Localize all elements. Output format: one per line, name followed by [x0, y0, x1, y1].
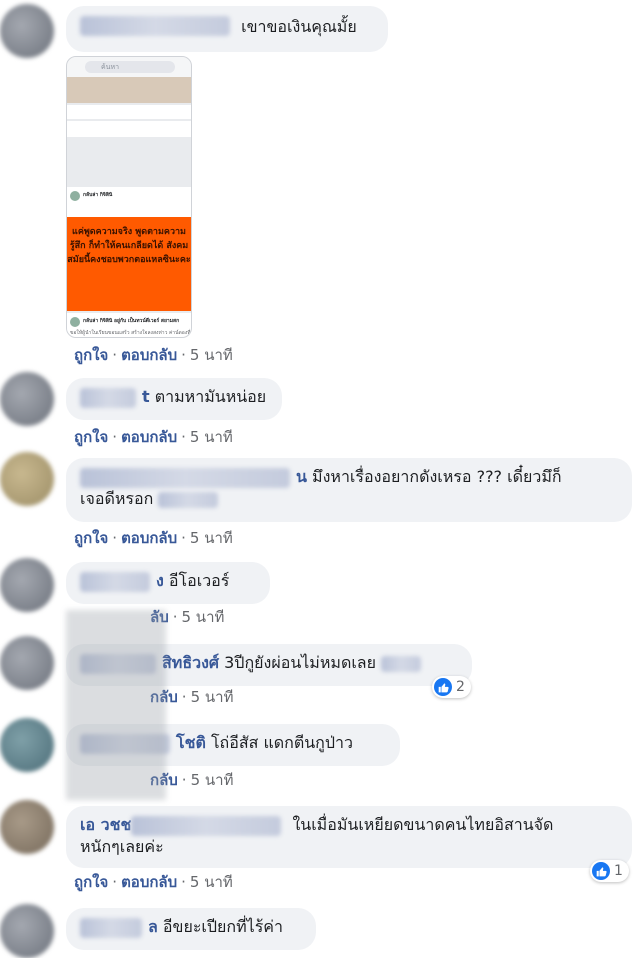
reply-link[interactable]: ตอบกลับ	[121, 346, 177, 364]
commenter-name-visible[interactable]: t	[142, 387, 150, 406]
reaction-count: 2	[456, 679, 465, 695]
commenter-name-visible[interactable]: น	[296, 467, 307, 486]
commenter-name-blurred[interactable]	[80, 467, 290, 488]
reply-link[interactable]: ตอบกลับ	[121, 529, 177, 547]
comment-text: โถ่อีสัส แดกตีนกูป่าว	[210, 733, 353, 752]
mention-blurred[interactable]	[158, 491, 219, 508]
commenter-name-visible[interactable]: โชติ	[176, 733, 206, 752]
comment-time[interactable]: 5 นาที	[182, 608, 225, 626]
commenter-name-blurred[interactable]	[80, 15, 230, 36]
avatar[interactable]	[0, 372, 54, 426]
comment-bubble: น มึงหาเรื่องอยากดังเหรอ ??? เดี๋ยวมึก็ …	[66, 458, 632, 522]
avatar[interactable]	[0, 636, 54, 690]
comment-time[interactable]: 5 นาที	[191, 771, 234, 789]
commenter-name-blurred[interactable]	[80, 917, 142, 938]
commenter-name-visible[interactable]: สิทธิวงศ์	[162, 653, 219, 672]
comment-text-line2: เจอดีหรอก	[80, 489, 154, 508]
avatar[interactable]	[0, 4, 54, 58]
avatar[interactable]	[0, 452, 54, 506]
comment-time[interactable]: 5 นาที	[191, 688, 234, 706]
blurred-overlay	[66, 610, 166, 800]
mention-blurred[interactable]	[381, 655, 422, 672]
like-link[interactable]: ถูกใจ	[74, 529, 108, 547]
reply-link[interactable]: ตอบกลับ	[121, 873, 177, 891]
image-photo-strip	[67, 77, 191, 103]
comment-actions: ถูกใจ · ตอบกลับ · 5 นาที	[74, 529, 233, 547]
comment-text-line1: มึงหาเรื่องอยากดังเหรอ ??? เดี๋ยวมึ	[312, 467, 552, 486]
image-post2-avatar	[70, 317, 80, 327]
commenter-name-visible[interactable]: เอ วชช	[80, 815, 131, 834]
comment-actions: ถูกใจ · ตอบกลับ · 5 นาที	[74, 428, 233, 446]
comment-bubble: เอ วชช ในเมื่อมันเหยียดขนาดคนไทยอิสานจัด…	[66, 806, 632, 868]
commenter-name-blurred[interactable]	[131, 815, 282, 836]
image-post2-text: ขอให้ผู้นำในเรียนขอนแสร้ว สร้างใจลงสงห่า…	[70, 330, 191, 336]
like-icon	[592, 862, 610, 880]
image-post-text: แค่พูดความจริง พูดตามความรู้สึก ก็ทำให้ค…	[67, 217, 191, 311]
comment-time[interactable]: 5 นาที	[190, 873, 233, 891]
like-icon	[434, 678, 452, 696]
comment-bubble: t ตามหามันหน่อย	[66, 378, 282, 420]
comment-actions: ถูกใจ · ตอบกลับ · 5 นาที	[74, 346, 233, 364]
comment-text: อีขยะเปียกที่ไร้ค่า	[162, 917, 283, 936]
comment-image[interactable]: ค้นหา กลับล่า กิจิสินิ แค่พูดความจริง พู…	[66, 56, 192, 338]
avatar[interactable]	[0, 904, 54, 958]
image-action-row	[67, 121, 191, 137]
image-post2-header: กลับล่า กิจิสินิ อยู่กับ เป็นทวน์ดีเวอร์…	[67, 313, 191, 337]
image-topbar: ค้นหา	[67, 57, 191, 77]
commenter-name-visible[interactable]: ล	[148, 917, 158, 936]
commenter-name-visible[interactable]: ง	[156, 571, 164, 590]
comment-text-line2: หนักๆเลยค่ะ	[80, 837, 164, 856]
like-link[interactable]: ถูกใจ	[74, 873, 108, 891]
avatar[interactable]	[0, 718, 54, 772]
reaction-count: 1	[614, 863, 623, 879]
comment-time[interactable]: 5 นาที	[190, 346, 233, 364]
like-link[interactable]: ถูกใจ	[74, 428, 108, 446]
image-post-name: กลับล่า กิจิสินิ	[83, 192, 113, 198]
avatar[interactable]	[0, 558, 54, 612]
commenter-name-blurred[interactable]	[80, 571, 150, 592]
comment-text: อีโอเวอร์	[168, 571, 230, 590]
image-post2-name: กลับล่า กิจิสินิ อยู่กับ เป็นทวน์ดีเวอร์…	[83, 318, 180, 324]
reaction-count-badge[interactable]: 1	[590, 860, 629, 882]
image-post-header: กลับล่า กิจิสินิ	[67, 187, 191, 217]
comment-time[interactable]: 5 นาที	[190, 529, 233, 547]
reply-link[interactable]: ตอบกลับ	[121, 428, 177, 446]
comment-actions: ถูกใจ · ตอบกลับ · 5 นาที	[74, 873, 233, 891]
image-search-bar: ค้นหา	[85, 61, 175, 73]
like-link[interactable]: ถูกใจ	[74, 346, 108, 364]
reaction-count-badge[interactable]: 2	[432, 676, 471, 698]
comment-text: 3ปีกูยังผ่อนไม่หมดเลย	[224, 653, 376, 672]
comment-text: ตามหามันหน่อย	[154, 387, 267, 406]
comment-bubble: ง อีโอเวอร์	[66, 562, 270, 604]
image-post-avatar	[70, 191, 80, 201]
comment-bubble: ล อีขยะเปียกที่ไร้ค่า	[66, 908, 316, 950]
comment-time[interactable]: 5 นาที	[190, 428, 233, 446]
avatar[interactable]	[0, 800, 54, 854]
comment-text-line1: ในเมื่อมันเหยียดขนาดคนไทยอิสานจัด	[292, 815, 554, 834]
commenter-name-blurred[interactable]	[80, 387, 136, 408]
comment-text-line1-end: ก็	[551, 467, 562, 486]
comment-bubble: เขาขอเงินคุณมั้ย	[66, 6, 388, 52]
comment-text: เขาขอเงินคุณมั้ย	[241, 17, 357, 36]
image-reaction-row	[67, 105, 191, 119]
